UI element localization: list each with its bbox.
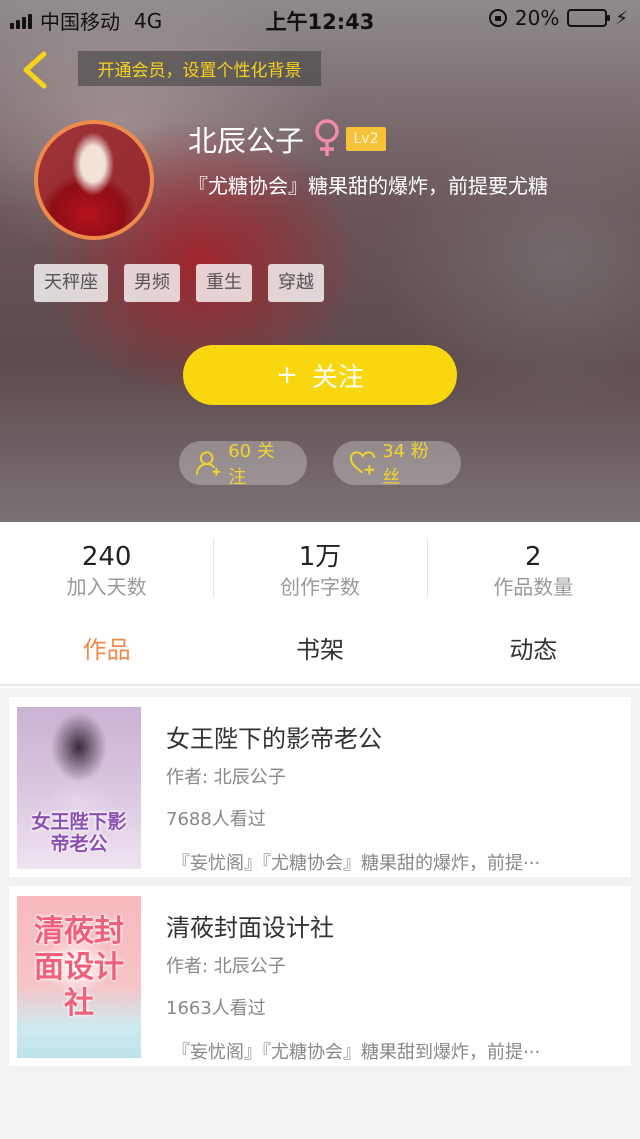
heart-plus-icon bbox=[349, 451, 376, 475]
book-description: 『妄忧阁』『尤糖协会』糖果甜到爆炸，前提··· bbox=[172, 1042, 541, 1063]
following-count: 60 关注 bbox=[228, 441, 275, 488]
book-author: 作者: 北辰公子 bbox=[166, 767, 286, 788]
works-list: 女王陛下影帝老公 女王陛下的影帝老公 作者: 北辰公子 7688人看过 『妄忧阁… bbox=[0, 688, 640, 1139]
book-cover: 清莜封面设计社 bbox=[17, 896, 141, 1058]
user-name: 北辰公子 bbox=[188, 124, 305, 158]
stat-value: 2 bbox=[525, 542, 542, 572]
vip-background-banner[interactable]: 开通会员，设置个性化背景 bbox=[78, 51, 321, 86]
stats-bar: 240 加入天数 1万 创作字数 2 作品数量 bbox=[0, 522, 640, 622]
tag-list: 天秤座 男频 重生 穿越 bbox=[34, 264, 324, 302]
user-plus-icon bbox=[195, 451, 221, 476]
book-card[interactable]: 女王陛下影帝老公 女王陛下的影帝老公 作者: 北辰公子 7688人看过 『妄忧阁… bbox=[9, 697, 631, 877]
stat-value: 240 bbox=[81, 542, 132, 572]
book-title: 清莜封面设计社 bbox=[166, 914, 334, 942]
fans-count: 34 粉丝 bbox=[382, 441, 429, 488]
fans-count-button[interactable]: 34 粉丝 bbox=[333, 441, 461, 488]
plus-icon: + bbox=[276, 360, 298, 390]
book-title: 女王陛下的影帝老公 bbox=[166, 725, 382, 753]
stat-works-count: 2 作品数量 bbox=[426, 522, 640, 622]
tab-bookshelf[interactable]: 书架 bbox=[213, 622, 426, 684]
charging-icon: ⚡ bbox=[615, 7, 628, 29]
follow-button[interactable]: + 关注 bbox=[183, 345, 457, 405]
follow-label: 关注 bbox=[311, 362, 364, 393]
level-badge: Lv2 bbox=[346, 127, 386, 151]
battery-percent: 20% bbox=[514, 6, 560, 30]
book-card[interactable]: 清莜封面设计社 清莜封面设计社 作者: 北辰公子 1663人看过 『妄忧阁』『尤… bbox=[9, 886, 631, 1066]
book-author: 作者: 北辰公子 bbox=[166, 956, 286, 977]
stat-word-count: 1万 创作字数 bbox=[213, 522, 426, 622]
battery-icon bbox=[567, 9, 611, 27]
tag-item[interactable]: 穿越 bbox=[268, 264, 324, 302]
tag-item[interactable]: 男频 bbox=[124, 264, 180, 302]
back-arrow-icon bbox=[23, 51, 47, 89]
cover-title-text: 女王陛下影帝老公 bbox=[31, 811, 127, 855]
following-count-button[interactable]: 60 关注 bbox=[179, 441, 307, 488]
orientation-lock-icon bbox=[488, 9, 507, 27]
book-cover: 女王陛下影帝老公 bbox=[17, 707, 141, 869]
tag-item[interactable]: 重生 bbox=[196, 264, 252, 302]
stat-label: 加入天数 bbox=[66, 575, 147, 599]
book-views: 1663人看过 bbox=[166, 998, 266, 1019]
stat-join-days: 240 加入天数 bbox=[0, 522, 213, 622]
stat-label: 作品数量 bbox=[493, 575, 574, 599]
tab-works[interactable]: 作品 bbox=[0, 622, 213, 684]
status-bar: 中国移动 4G 上午12:43 20% ⚡ bbox=[0, 0, 640, 36]
cover-title-text: 清莜封面设计社 bbox=[34, 914, 124, 1021]
book-views: 7688人看过 bbox=[166, 809, 266, 830]
stat-value: 1万 bbox=[298, 542, 342, 572]
user-signature: 『尤糖协会』糖果甜的爆炸，前提要尤糖 bbox=[188, 174, 548, 198]
stat-label: 创作字数 bbox=[279, 575, 360, 599]
book-description: 『妄忧阁』『尤糖协会』糖果甜的爆炸，前提··· bbox=[172, 853, 541, 874]
tab-activity[interactable]: 动态 bbox=[427, 622, 640, 684]
profile-tabs: 作品 书架 动态 bbox=[0, 622, 640, 686]
status-right: 20% ⚡ bbox=[488, 6, 628, 30]
tag-item[interactable]: 天秤座 bbox=[34, 264, 108, 302]
female-symbol-icon bbox=[310, 118, 344, 158]
back-button[interactable] bbox=[14, 48, 54, 92]
avatar[interactable] bbox=[34, 120, 154, 240]
